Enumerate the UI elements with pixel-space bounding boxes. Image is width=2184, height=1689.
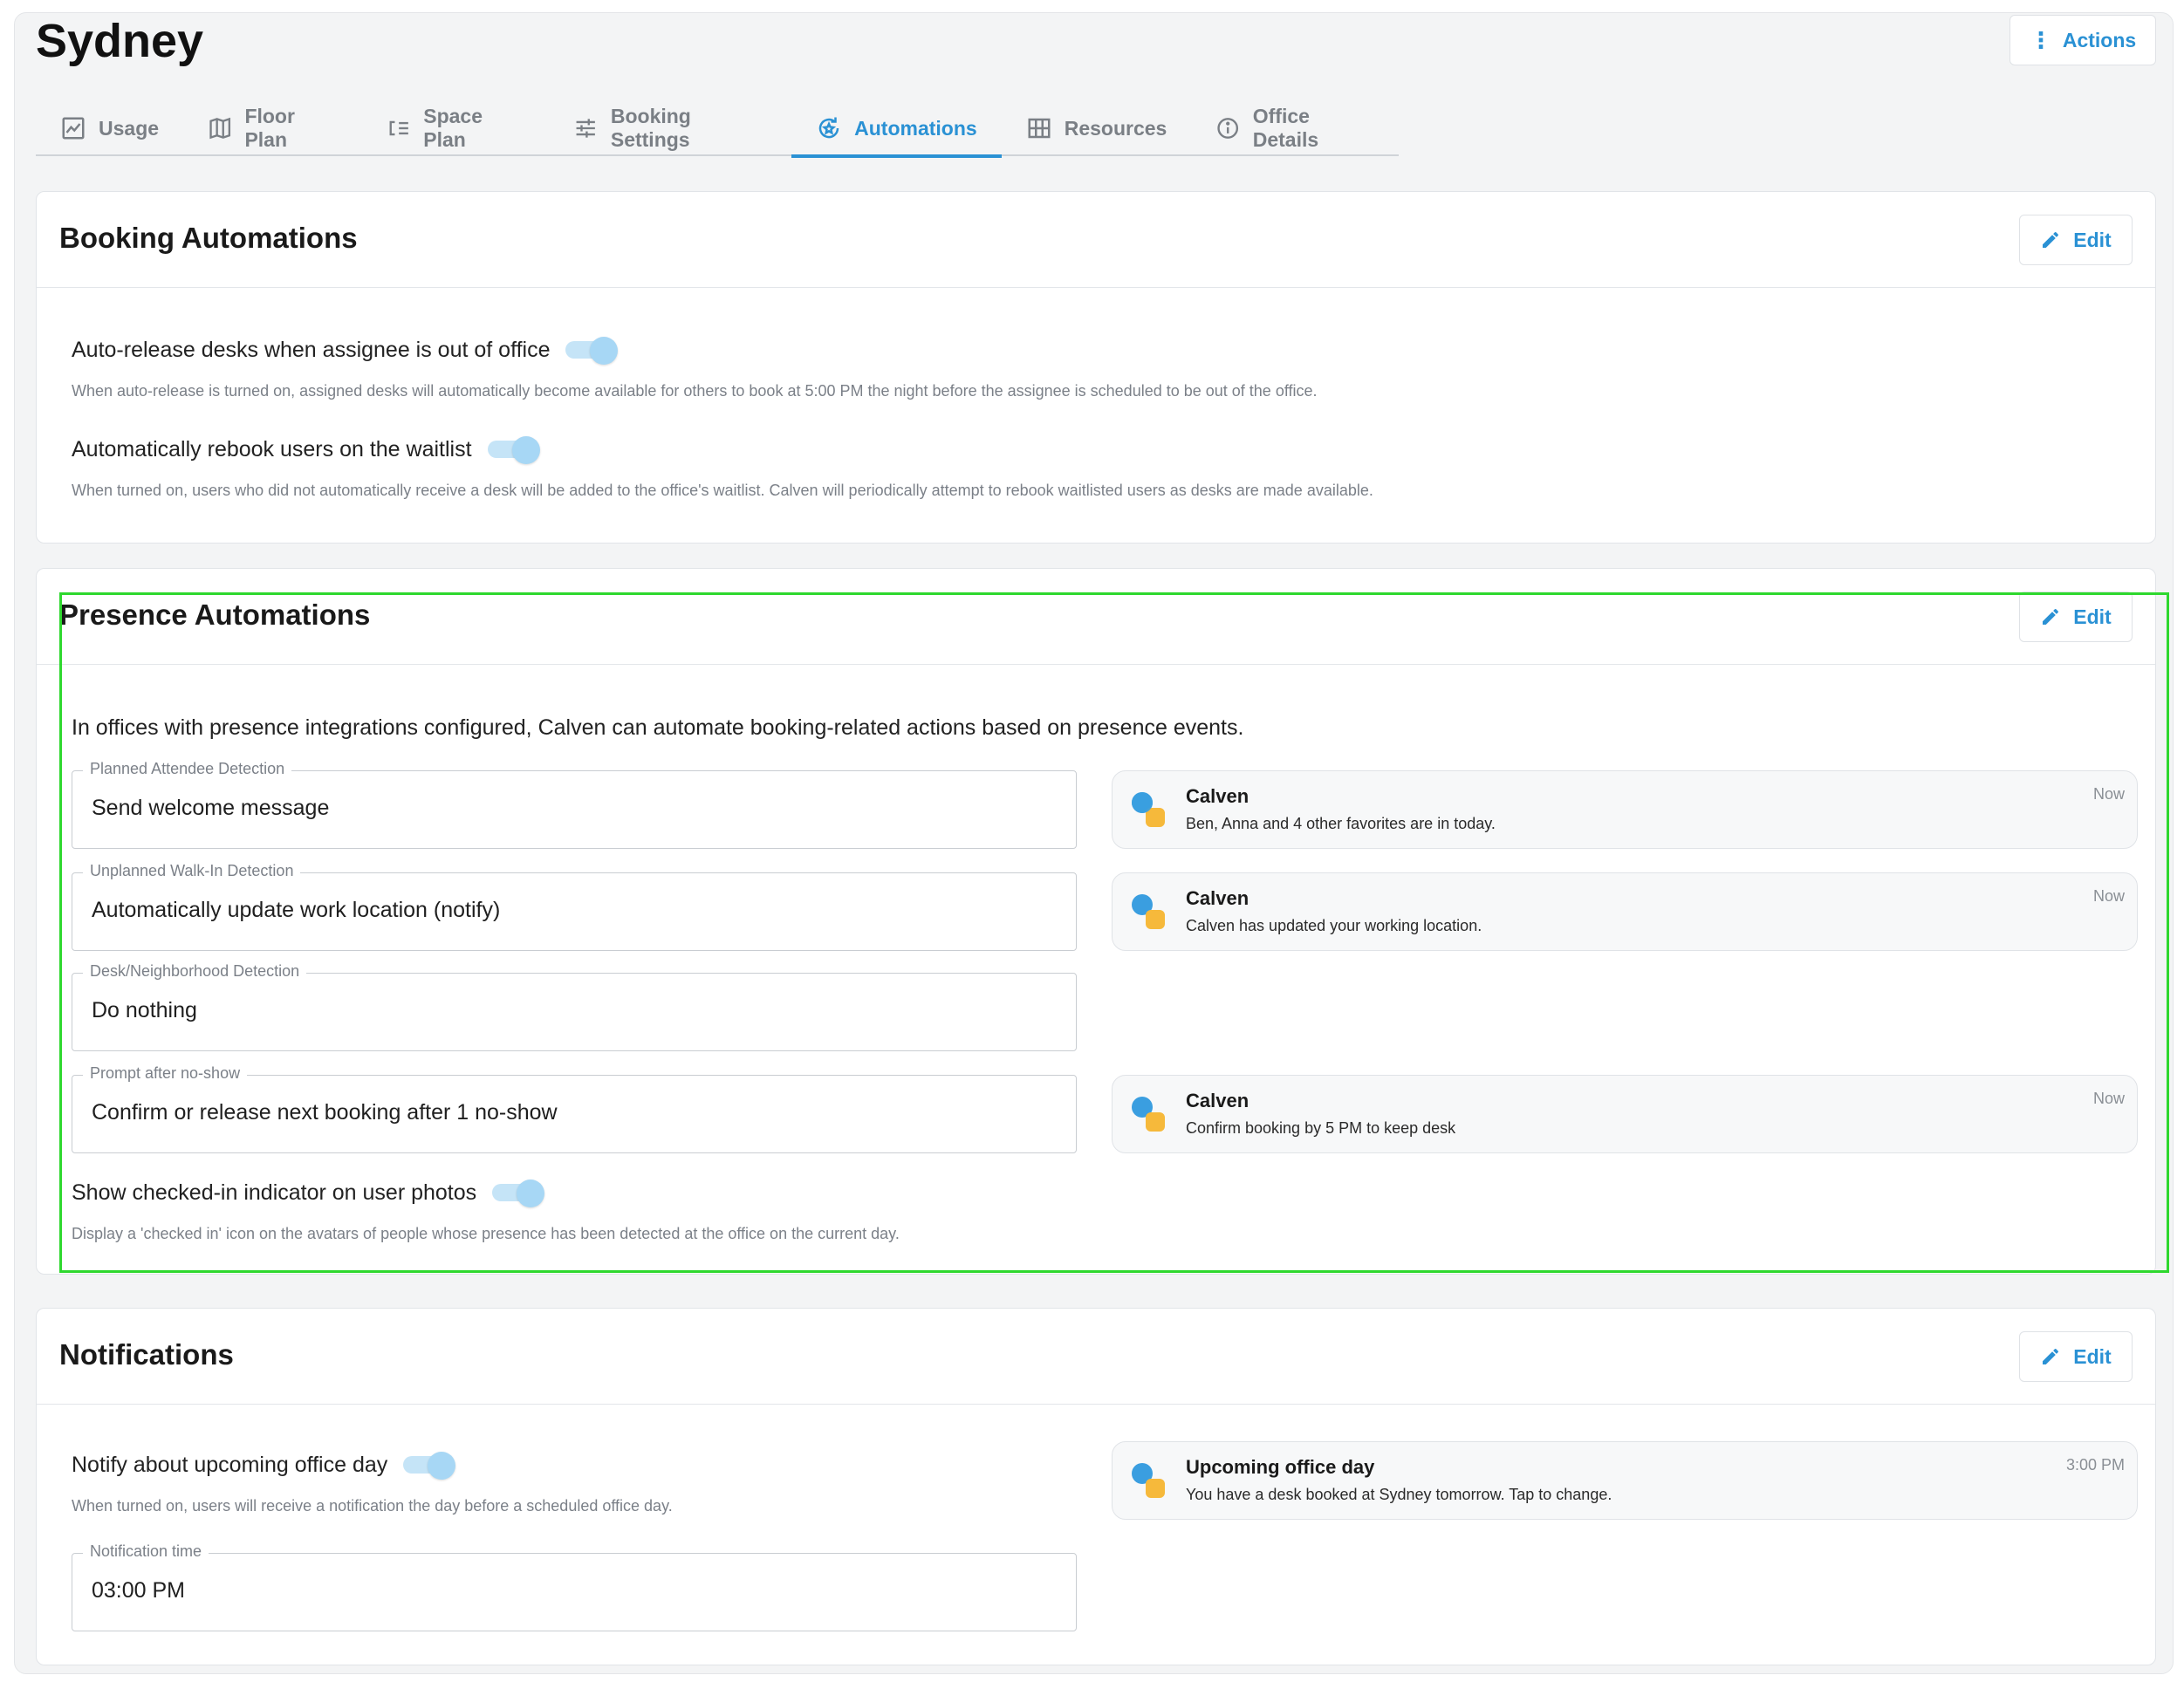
field-value: Send welcome message: [92, 796, 330, 820]
rebook-hint: When turned on, users who did not automa…: [72, 482, 1373, 499]
edit-label: Edit: [2073, 1344, 2112, 1368]
field-legend: Planned Attendee Detection: [83, 760, 292, 778]
notification-title: Calven: [1186, 785, 1249, 807]
pencil-icon: [2043, 231, 2059, 248]
notification-time: Now: [2092, 1090, 2125, 1107]
automation-icon: [818, 117, 839, 139]
card-header: Notifications Edit: [37, 1309, 2155, 1405]
field-legend: Desk/Neighborhood Detection: [83, 962, 307, 981]
auto-release-hint: When auto-release is turned on, assigned…: [72, 382, 1318, 400]
notification-time: Now: [2092, 887, 2125, 905]
desk-detection-select[interactable]: Desk/Neighborhood Detection Do nothing: [72, 962, 1077, 1051]
field-value: Do nothing: [92, 998, 197, 1022]
map-icon: [209, 117, 231, 140]
presence-intro: In offices with presence integrations co…: [72, 715, 1244, 740]
checked-in-hint: Display a 'checked in' icon on the avata…: [72, 1225, 900, 1242]
notification-body: Confirm booking by 5 PM to keep desk: [1186, 1119, 1456, 1137]
upcoming-day-row: Notify about upcoming office day: [72, 1452, 456, 1480]
calven-logo-icon: [1132, 894, 1165, 929]
sliders-icon: [576, 119, 596, 138]
notification-body: Calven has updated your working location…: [1186, 917, 1482, 934]
card-title: Booking Automations: [59, 222, 358, 254]
presence-automations-card: Presence Automations Edit In offices wit…: [36, 568, 2156, 1275]
unplanned-walkin-select[interactable]: Unplanned Walk-In Detection Automaticall…: [72, 862, 1077, 951]
field-value: 03:00 PM: [92, 1578, 186, 1603]
actions-label: Actions: [2062, 28, 2137, 51]
notification-body: Ben, Anna and 4 other favorites are in t…: [1186, 815, 1496, 832]
page-title: Sydney: [36, 15, 204, 67]
tab-label: Office Details: [1252, 105, 1319, 151]
chart-icon: [62, 117, 85, 140]
checked-in-row: Show checked-in indicator on user photos: [72, 1180, 545, 1207]
notification-title: Upcoming office day: [1186, 1456, 1375, 1478]
tab-bar: Usage Floor Plan Space Plan Booking Sett…: [36, 100, 1399, 158]
tab-label: Automations: [854, 116, 977, 140]
tab-resources[interactable]: Resources: [1002, 100, 1192, 156]
tab-floor-plan[interactable]: Floor Plan: [183, 100, 362, 156]
info-icon: [1217, 118, 1239, 139]
rebook-row: Automatically rebook users on the waitli…: [72, 436, 540, 464]
kebab-menu-icon: ⋮: [2029, 27, 2052, 53]
field-legend: Prompt after no-show: [83, 1064, 248, 1083]
notification-preview: Calven Calven has updated your working l…: [1112, 872, 2138, 951]
calven-logo-icon: [1132, 792, 1165, 827]
pencil-icon: [2043, 1348, 2059, 1364]
tab-usage[interactable]: Usage: [36, 100, 183, 156]
notifications-card: Notifications Edit Notify about upcoming…: [36, 1308, 2156, 1665]
notification-title: Calven: [1186, 1090, 1249, 1111]
no-show-prompt-select[interactable]: Prompt after no-show Confirm or release …: [72, 1064, 1077, 1153]
notification-preview: Upcoming office day You have a desk book…: [1112, 1441, 2138, 1520]
edit-button[interactable]: Edit: [2019, 215, 2133, 265]
checked-in-toggle[interactable]: [492, 1180, 545, 1207]
upcoming-day-hint: When turned on, users will receive a not…: [72, 1497, 673, 1515]
upcoming-day-toggle[interactable]: [403, 1452, 456, 1480]
upcoming-day-label: Notify about upcoming office day: [72, 1452, 388, 1477]
tab-label: Resources: [1064, 116, 1167, 140]
edit-label: Edit: [2073, 605, 2112, 628]
tab-office-details[interactable]: Office Details: [1191, 100, 1399, 156]
tab-automations[interactable]: Automations: [791, 100, 1002, 158]
card-title: Presence Automations: [59, 598, 371, 631]
checked-in-label: Show checked-in indicator on user photos: [72, 1180, 477, 1205]
field-legend: Unplanned Walk-In Detection: [83, 862, 301, 880]
tab-label: Floor Plan: [244, 105, 295, 151]
edit-button[interactable]: Edit: [2019, 591, 2133, 642]
office-settings-panel: Sydney ⋮ Actions Usage Floor Plan Space …: [14, 12, 2174, 1674]
planned-attendee-select[interactable]: Planned Attendee Detection Send welcome …: [72, 760, 1077, 849]
tab-label: Booking Settings: [610, 105, 691, 151]
grid-icon: [1028, 118, 1051, 139]
field-value: Automatically update work location (noti…: [92, 898, 501, 922]
auto-release-toggle[interactable]: [565, 337, 619, 365]
notification-time-field[interactable]: Notification time 03:00 PM: [72, 1542, 1077, 1631]
rebook-label: Automatically rebook users on the waitli…: [72, 436, 472, 462]
calven-logo-icon: [1132, 1097, 1165, 1132]
auto-release-label: Auto-release desks when assignee is out …: [72, 337, 551, 362]
tab-label: Space Plan: [423, 105, 483, 151]
edit-label: Edit: [2073, 228, 2112, 251]
field-value: Confirm or release next booking after 1 …: [92, 1100, 558, 1125]
calven-logo-icon: [1132, 1463, 1165, 1498]
field-legend: Notification time: [83, 1542, 209, 1561]
booking-automations-card: Booking Automations Edit Auto-release de…: [36, 191, 2156, 544]
notification-time: 3:00 PM: [2065, 1456, 2125, 1474]
notification-preview: Calven Confirm booking by 5 PM to keep d…: [1112, 1075, 2138, 1153]
tab-booking-settings[interactable]: Booking Settings: [549, 100, 791, 156]
notification-title: Calven: [1186, 887, 1249, 909]
pencil-icon: [2043, 608, 2059, 625]
auto-release-row: Auto-release desks when assignee is out …: [72, 337, 619, 365]
notification-preview: Calven Ben, Anna and 4 other favorites a…: [1112, 770, 2138, 849]
tab-space-plan[interactable]: Space Plan: [362, 100, 550, 156]
list-icon: [389, 120, 408, 136]
actions-button[interactable]: ⋮ Actions: [2009, 15, 2156, 65]
card-header: Booking Automations Edit: [37, 192, 2155, 288]
card-header: Presence Automations Edit: [37, 569, 2155, 665]
card-title: Notifications: [59, 1338, 234, 1371]
tab-label: Usage: [99, 116, 160, 140]
notification-body: You have a desk booked at Sydney tomorro…: [1186, 1486, 1612, 1503]
edit-button[interactable]: Edit: [2019, 1331, 2133, 1382]
notification-time: Now: [2092, 785, 2125, 803]
rebook-toggle[interactable]: [487, 436, 540, 464]
